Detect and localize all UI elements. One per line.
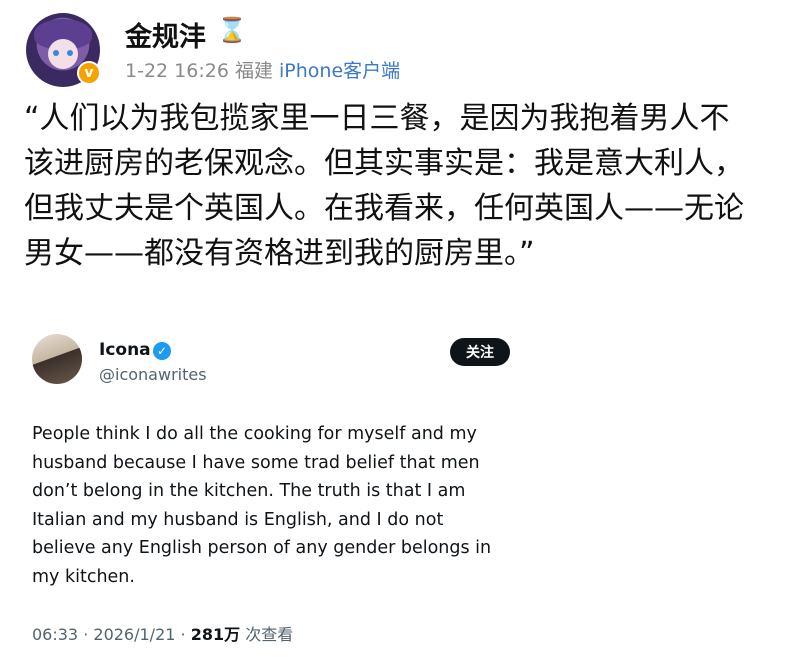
follow-button[interactable]: 关注: [450, 338, 510, 366]
verified-badge-icon: v: [77, 61, 101, 85]
post-text-line: 男女——都没有资格进到我的厨房里。”: [24, 236, 535, 271]
post-meta: 1-22 16:26 福建 iPhone客户端: [125, 56, 400, 83]
hourglass-icon: ⌛: [217, 16, 247, 44]
separator-dot: ·: [180, 625, 186, 644]
post-source[interactable]: iPhone客户端: [279, 60, 400, 82]
post-time: 1-22 16:26: [125, 60, 229, 82]
separator-dot: ·: [83, 625, 89, 644]
post-text: “人们以为我包揽家里一日三餐，是因为我抱着男人不 该进厨房的老保观念。但其实事实…: [24, 96, 784, 276]
tweet-body-line: Italian and my husband is English, and I…: [32, 509, 444, 530]
tweet-body-line: don’t belong in the kitchen. The truth i…: [32, 481, 466, 502]
post-text-line: 该进厨房的老保观念。但其实事实是：我是意大利人，: [24, 146, 744, 181]
avatar-eye-right: [67, 50, 73, 56]
tweet-handle: @iconawrites: [99, 365, 207, 384]
post-text-line: “人们以为我包揽家里一日三餐，是因为我抱着男人不: [24, 101, 730, 136]
author-name[interactable]: 金规沣: [125, 15, 206, 54]
avatar-eye-left: [53, 50, 59, 56]
tweet-footer: 06:33 · 2026/1/21 · 281万 次查看: [32, 621, 293, 645]
tweet-avatar: [32, 334, 82, 384]
tweet-body-line: husband because I have some trad belief …: [32, 452, 480, 473]
tweet-views-label: 次查看: [245, 625, 294, 644]
tweet-date: 2026/1/21: [93, 625, 176, 644]
verified-check-icon: ✓: [153, 342, 171, 360]
post-location: 福建: [234, 60, 273, 82]
tweet-views: 281万: [190, 625, 241, 644]
tweet-body-line: People think I do all the cooking for my…: [32, 424, 477, 444]
post-text-line: 但我丈夫是个英国人。在我看来，任何英国人——无论: [24, 191, 744, 226]
tweet-body: People think I do all the cooking for my…: [32, 420, 524, 592]
tweet-body-line: believe any English person of any gender…: [32, 538, 492, 559]
tweet-body-line: my kitchen.: [32, 566, 135, 587]
tweet-time: 06:33: [32, 625, 79, 644]
tweet-author-name: Icona: [99, 340, 151, 360]
tweet-screenshot[interactable]: Icona ✓ @iconawrites 关注 People think I d…: [22, 322, 528, 651]
